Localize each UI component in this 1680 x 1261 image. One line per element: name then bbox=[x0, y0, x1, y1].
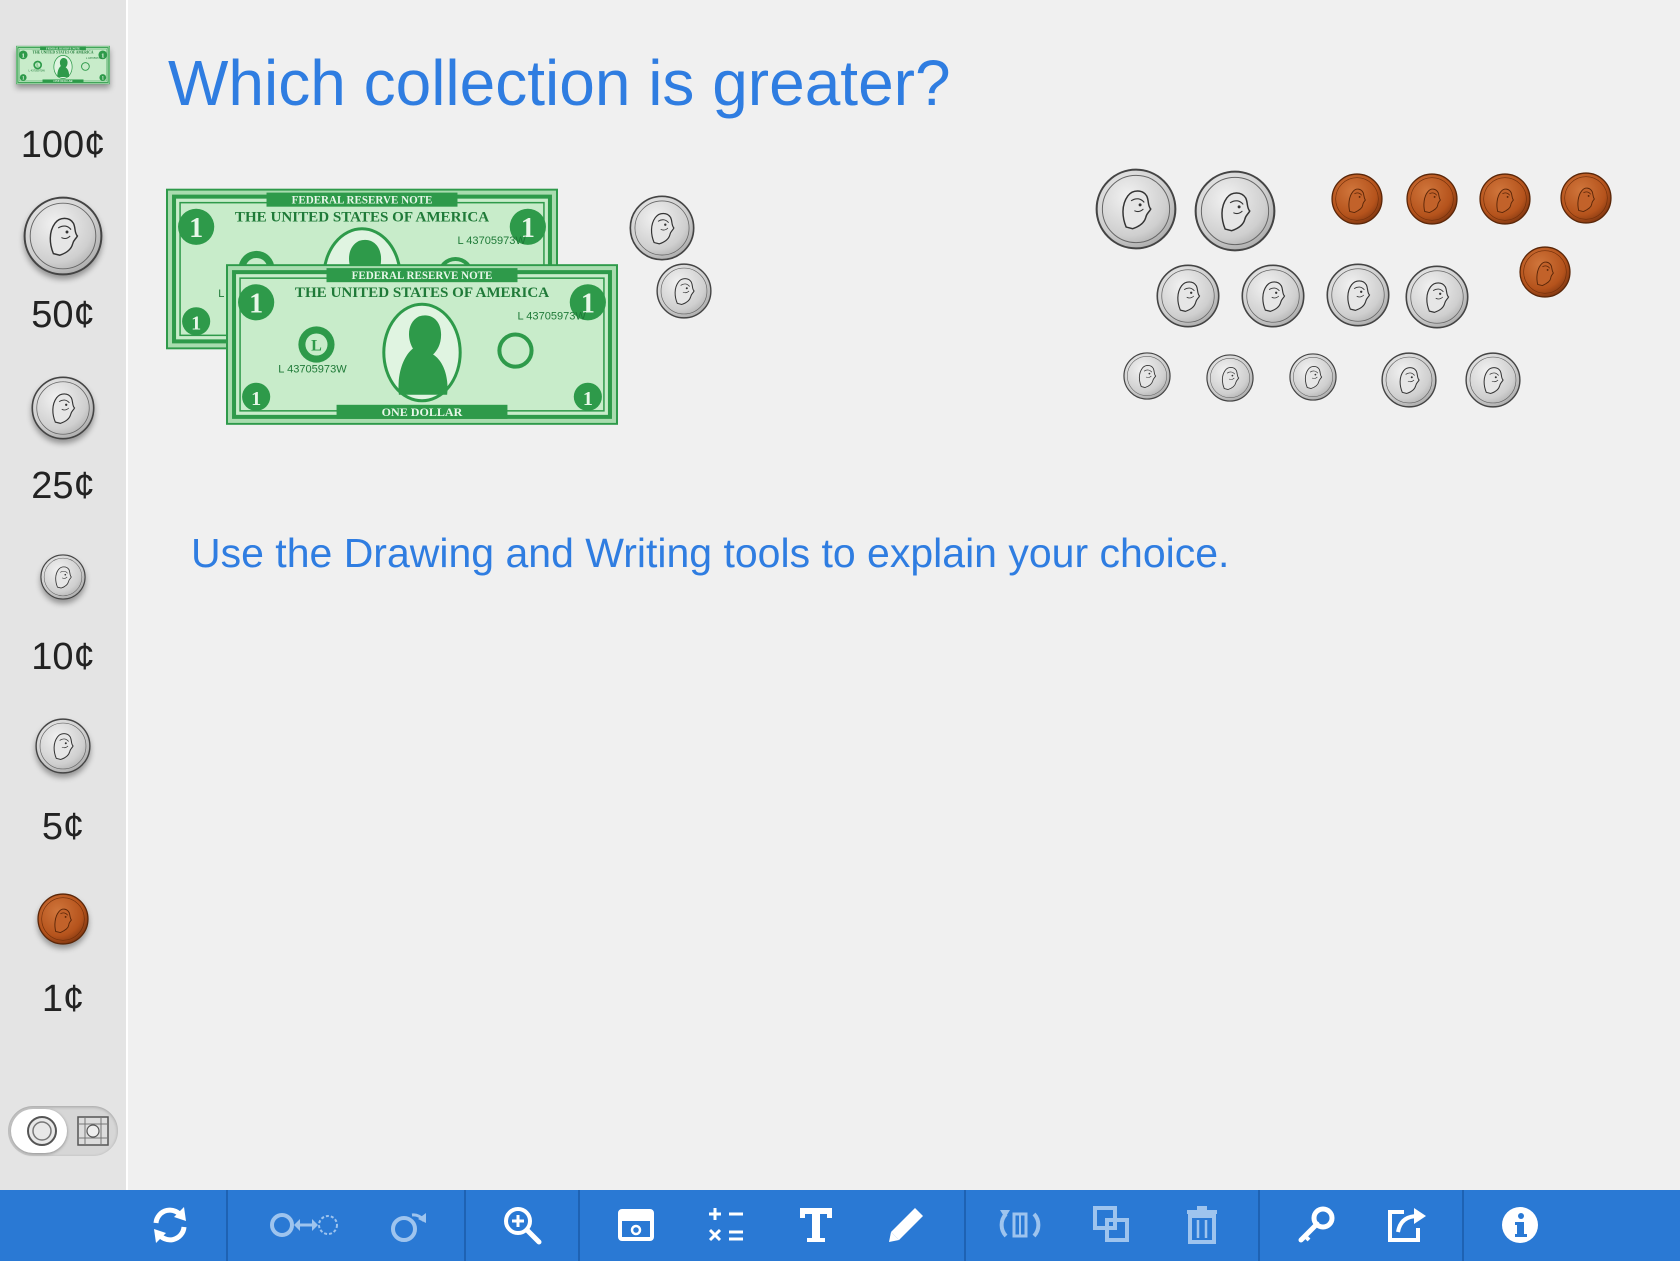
hide-show-button[interactable] bbox=[606, 1198, 666, 1252]
toolbar-divider bbox=[1258, 1190, 1260, 1261]
nickel-coin[interactable] bbox=[656, 263, 712, 319]
trash-icon bbox=[1187, 1206, 1217, 1244]
quarter-coin[interactable] bbox=[1156, 264, 1220, 328]
penny-coin-icon[interactable] bbox=[0, 893, 126, 945]
trash-button[interactable] bbox=[1172, 1198, 1232, 1252]
quarter-coin[interactable] bbox=[1241, 264, 1305, 328]
dollar-bill-icon[interactable] bbox=[0, 44, 126, 86]
zoom-in-button[interactable] bbox=[492, 1198, 552, 1252]
coin-face-icon[interactable] bbox=[26, 1115, 58, 1147]
penny-coin[interactable] bbox=[1560, 172, 1612, 224]
half-dollar-coin[interactable] bbox=[1095, 168, 1177, 250]
toolbar-divider bbox=[964, 1190, 966, 1261]
swap-coins-icon bbox=[270, 1213, 338, 1237]
text-tool-button[interactable] bbox=[786, 1198, 846, 1252]
quarter-coin[interactable] bbox=[1405, 265, 1469, 329]
dime-coin[interactable] bbox=[1123, 352, 1171, 400]
info-icon bbox=[1502, 1207, 1538, 1243]
flip-coin-button[interactable] bbox=[378, 1198, 438, 1252]
zoom-in-icon bbox=[504, 1207, 542, 1245]
quarter-coin[interactable] bbox=[629, 195, 695, 261]
text-tool-icon bbox=[800, 1208, 832, 1242]
sidebar-item-label: 50¢ bbox=[31, 294, 95, 336]
toolbar-divider bbox=[1462, 1190, 1464, 1261]
view-toggle[interactable] bbox=[8, 1106, 118, 1156]
calculator-icon bbox=[708, 1208, 743, 1242]
reset-icon bbox=[153, 1207, 187, 1243]
bottom-toolbar bbox=[0, 1190, 1680, 1261]
flip-coin-icon bbox=[391, 1213, 426, 1242]
half-dollar-coin[interactable] bbox=[1194, 170, 1276, 252]
duplicate-button[interactable] bbox=[1082, 1198, 1142, 1252]
toolbar-divider bbox=[464, 1190, 466, 1261]
toolbar-divider bbox=[578, 1190, 580, 1261]
duplicate-icon bbox=[1093, 1206, 1129, 1242]
rotate-button[interactable] bbox=[990, 1198, 1050, 1252]
question-title: Which collection is greater? bbox=[168, 47, 951, 119]
swap-coins-button[interactable] bbox=[270, 1198, 340, 1252]
quarter-coin-icon[interactable] bbox=[0, 376, 126, 440]
nickel-coin-icon[interactable] bbox=[0, 718, 126, 774]
sidebar-item-label: 5¢ bbox=[41, 806, 85, 848]
instruction-text: Use the Drawing and Writing tools to exp… bbox=[191, 530, 1230, 576]
dime-coin-icon[interactable] bbox=[0, 554, 126, 600]
nickel-coin[interactable] bbox=[1381, 352, 1437, 408]
coin-grid-icon[interactable] bbox=[76, 1115, 110, 1147]
dime-coin[interactable] bbox=[1206, 354, 1254, 402]
penny-coin[interactable] bbox=[1479, 173, 1531, 225]
info-button[interactable] bbox=[1490, 1198, 1550, 1252]
reset-button[interactable] bbox=[140, 1198, 200, 1252]
calculator-button[interactable] bbox=[696, 1198, 756, 1252]
coin-palette-sidebar: 100¢ 50¢ 25¢ 10¢ 5¢ 1¢ bbox=[0, 0, 128, 1190]
dime-coin[interactable] bbox=[1289, 353, 1337, 401]
dollar-bill[interactable] bbox=[226, 262, 618, 427]
penny-coin[interactable] bbox=[1519, 246, 1571, 298]
sidebar-item-label: 10¢ bbox=[31, 636, 95, 678]
sidebar-item-label: 1¢ bbox=[41, 978, 85, 1020]
pencil-button[interactable] bbox=[876, 1198, 936, 1252]
penny-coin[interactable] bbox=[1406, 173, 1458, 225]
quarter-coin[interactable] bbox=[1326, 263, 1390, 327]
half-dollar-coin-icon[interactable] bbox=[0, 196, 126, 276]
key-button[interactable] bbox=[1286, 1198, 1346, 1252]
hide-show-icon bbox=[618, 1209, 654, 1241]
rotate-icon bbox=[999, 1210, 1041, 1238]
sidebar-item-label: 100¢ bbox=[20, 124, 106, 166]
share-icon bbox=[1388, 1208, 1426, 1242]
share-button[interactable] bbox=[1376, 1198, 1436, 1252]
key-icon bbox=[1298, 1206, 1335, 1243]
pencil-icon bbox=[889, 1208, 923, 1242]
penny-coin[interactable] bbox=[1331, 173, 1383, 225]
sidebar-item-label: 25¢ bbox=[31, 465, 95, 507]
toolbar-divider bbox=[226, 1190, 228, 1261]
nickel-coin[interactable] bbox=[1465, 352, 1521, 408]
